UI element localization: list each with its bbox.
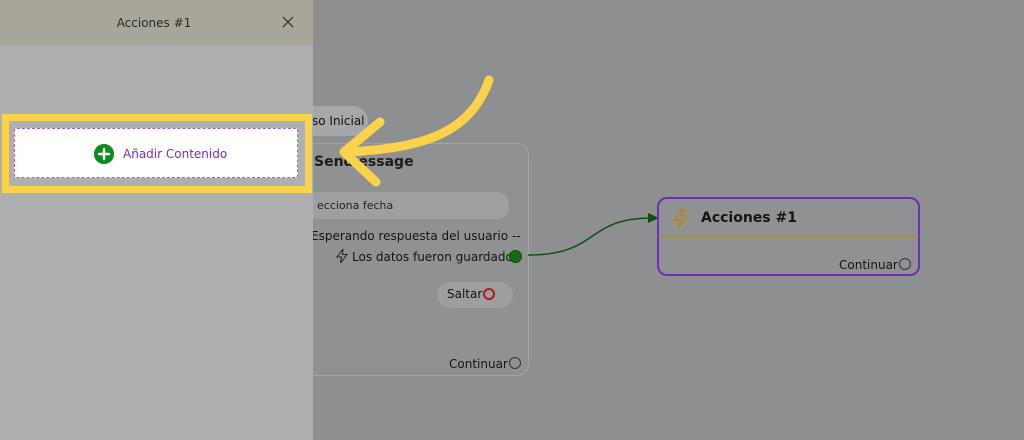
annotation-arrow (339, 75, 494, 187)
